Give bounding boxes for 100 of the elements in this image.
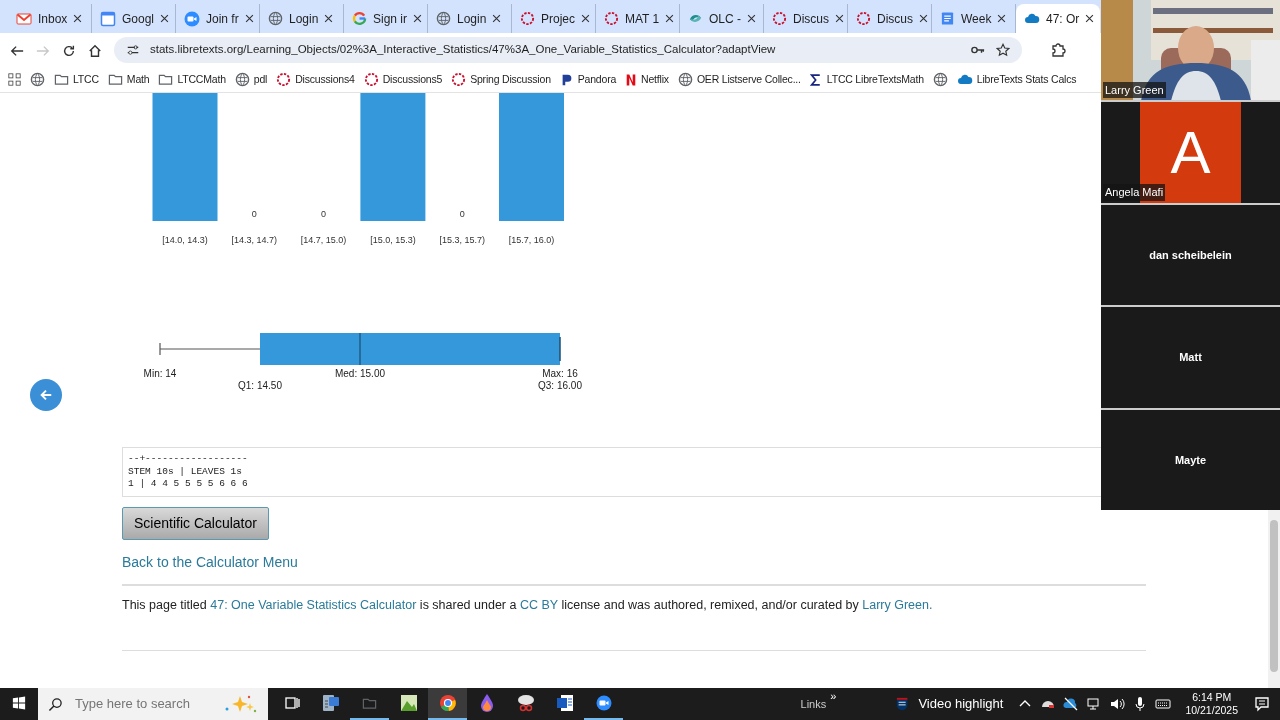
license-link[interactable]: CC BY: [519, 597, 558, 612]
participant-name: Matt: [1179, 350, 1202, 366]
bookmark[interactable]: LibreTexts Stats Calcs: [956, 71, 1077, 88]
bookmark[interactable]: Discussions5: [363, 71, 443, 88]
bookmark[interactable]: Netflix: [625, 71, 669, 88]
participant-name: Angela Mafi: [1103, 184, 1166, 201]
scrollbar-thumb[interactable]: [1270, 520, 1278, 672]
bin-label: [14.7, 15.0): [300, 235, 347, 245]
close-icon: [997, 14, 1007, 23]
camera-icon: [184, 10, 200, 27]
close-icon: [835, 14, 844, 23]
address-bar[interactable]: stats.libretexts.org/Learning_Objects/02%3A_Interactive_Statistics/47%3A_One_Variable_Statistics_Calculator?adaptView: [114, 37, 1022, 63]
camera-icon: [595, 695, 612, 711]
photo-icon: [398, 693, 419, 713]
box-plot-label: Med: 15.00: [335, 368, 385, 379]
bookmark[interactable]: LTCC LibreTextsMath: [809, 71, 924, 88]
bookmark[interactable]: Pandora: [559, 71, 617, 88]
document-icon: [940, 11, 955, 26]
extensions-icon[interactable]: [1050, 42, 1066, 58]
bookmark[interactable]: pdl: [234, 71, 268, 88]
clock-date[interactable]: 10/21/2025: [1185, 704, 1238, 717]
box-plot-label: Max: 16: [542, 368, 578, 379]
bin-label: [14.3, 14.7): [231, 235, 278, 245]
notifications-icon[interactable]: [1254, 696, 1270, 712]
license-link[interactable]: 47: One Variable Statistics Calculator: [210, 597, 417, 612]
apps-grid-icon: [8, 73, 21, 86]
globe-icon: [234, 72, 250, 87]
previous-page-button[interactable]: [30, 379, 62, 411]
license-link[interactable]: Larry Green.: [862, 597, 933, 612]
box-plot-label: Q1: 14.50: [238, 380, 282, 391]
box-plot-label: Min: 14: [143, 368, 177, 379]
bookmark-star-icon[interactable]: [996, 43, 1010, 57]
taskbar-app-button[interactable]: [428, 688, 467, 720]
links-toolbar[interactable]: Links: [800, 695, 827, 713]
scientific-calculator-button[interactable]: Scientific Calculator: [122, 506, 269, 540]
word-document-icon: [554, 693, 575, 713]
close-icon: [919, 14, 928, 23]
bar-value-label: 0: [459, 209, 465, 219]
globe-icon: [677, 72, 693, 87]
bar-value-label: 0: [251, 209, 257, 219]
scissors-icon: [515, 693, 536, 713]
close-icon: [581, 14, 590, 23]
calendar-icon: [100, 10, 116, 27]
calculator-icon: [320, 693, 341, 713]
task-view-icon: [283, 695, 300, 711]
n-logo-icon: [625, 72, 638, 87]
bookmark[interactable]: Spring Discussion: [451, 71, 551, 88]
windows-logo-icon: [12, 696, 26, 710]
folder-icon: [158, 72, 174, 87]
globe-icon: [436, 11, 451, 26]
back-link[interactable]: Back to the Calculator Menu: [122, 551, 298, 573]
search-box[interactable]: Type here to search: [38, 688, 268, 720]
news-widget[interactable]: Video highlight: [890, 693, 1010, 715]
close-icon: [492, 14, 502, 23]
close-icon: [665, 14, 675, 23]
cloud-off-icon[interactable]: [1063, 696, 1080, 712]
bookmark[interactable]: [30, 72, 45, 87]
close-icon: [747, 14, 756, 23]
search-field[interactable]: Type here to search: [73, 693, 212, 715]
search-icon: [48, 696, 63, 712]
dashed-circle-icon: [363, 72, 379, 87]
mail-icon: [16, 10, 32, 27]
back-arrow-icon: [39, 388, 53, 402]
dashed-circle-icon: [276, 72, 292, 87]
bin-label: [15.0, 15.3): [370, 235, 416, 245]
close-icon: [324, 14, 334, 23]
back-arrow-icon: [10, 43, 24, 58]
clock-time[interactable]: 6:14 PM: [1192, 691, 1232, 704]
participant-name: Mayte: [1174, 452, 1207, 468]
bookmark[interactable]: Discussions4: [276, 71, 355, 88]
reload-icon: [62, 43, 76, 58]
home-icon: [88, 43, 102, 58]
browser-tab[interactable]: 47: Or: [1016, 4, 1100, 33]
close-icon: [73, 14, 83, 23]
bin-label: [15.7, 16.0): [508, 235, 555, 245]
dashed-circle-icon: [520, 11, 535, 26]
dashed-circle-icon: [451, 72, 467, 87]
bookmark[interactable]: [932, 72, 948, 87]
speaker-icon[interactable]: [1109, 696, 1126, 712]
globe-icon: [30, 72, 45, 87]
bookmark[interactable]: LTCCMath: [158, 71, 226, 88]
license-sentence: This page titled 47: One Variable Statistics Calculator is shared under a CC BY license and was authored, remixed, and/or curated by Larry Green.: [122, 596, 934, 614]
dashed-circle-icon: [856, 11, 871, 26]
bookmark[interactable]: LTCC: [54, 71, 99, 88]
bookmark[interactable]: OER Listserve Collec...: [677, 71, 801, 88]
more-links[interactable]: »: [830, 687, 837, 705]
dashed-circle-icon: [772, 11, 787, 26]
globe-icon: [932, 72, 948, 87]
browser-icon: [437, 693, 458, 713]
participant-name: dan scheibelein: [1149, 247, 1232, 263]
multicolor-ring-icon: [352, 11, 367, 26]
bin-label: [14.0, 14.3): [162, 235, 208, 245]
keyboard-icon[interactable]: [1155, 696, 1172, 712]
bar-value-label: 0: [321, 209, 327, 219]
box-plot-label: Q3: 16.00: [538, 380, 582, 391]
close-icon: [1085, 14, 1095, 23]
bookmark[interactable]: Math: [107, 71, 150, 88]
site-settings-icon: [126, 43, 140, 57]
folder-icon: [107, 72, 123, 87]
dashed-circle-icon: [604, 11, 619, 26]
